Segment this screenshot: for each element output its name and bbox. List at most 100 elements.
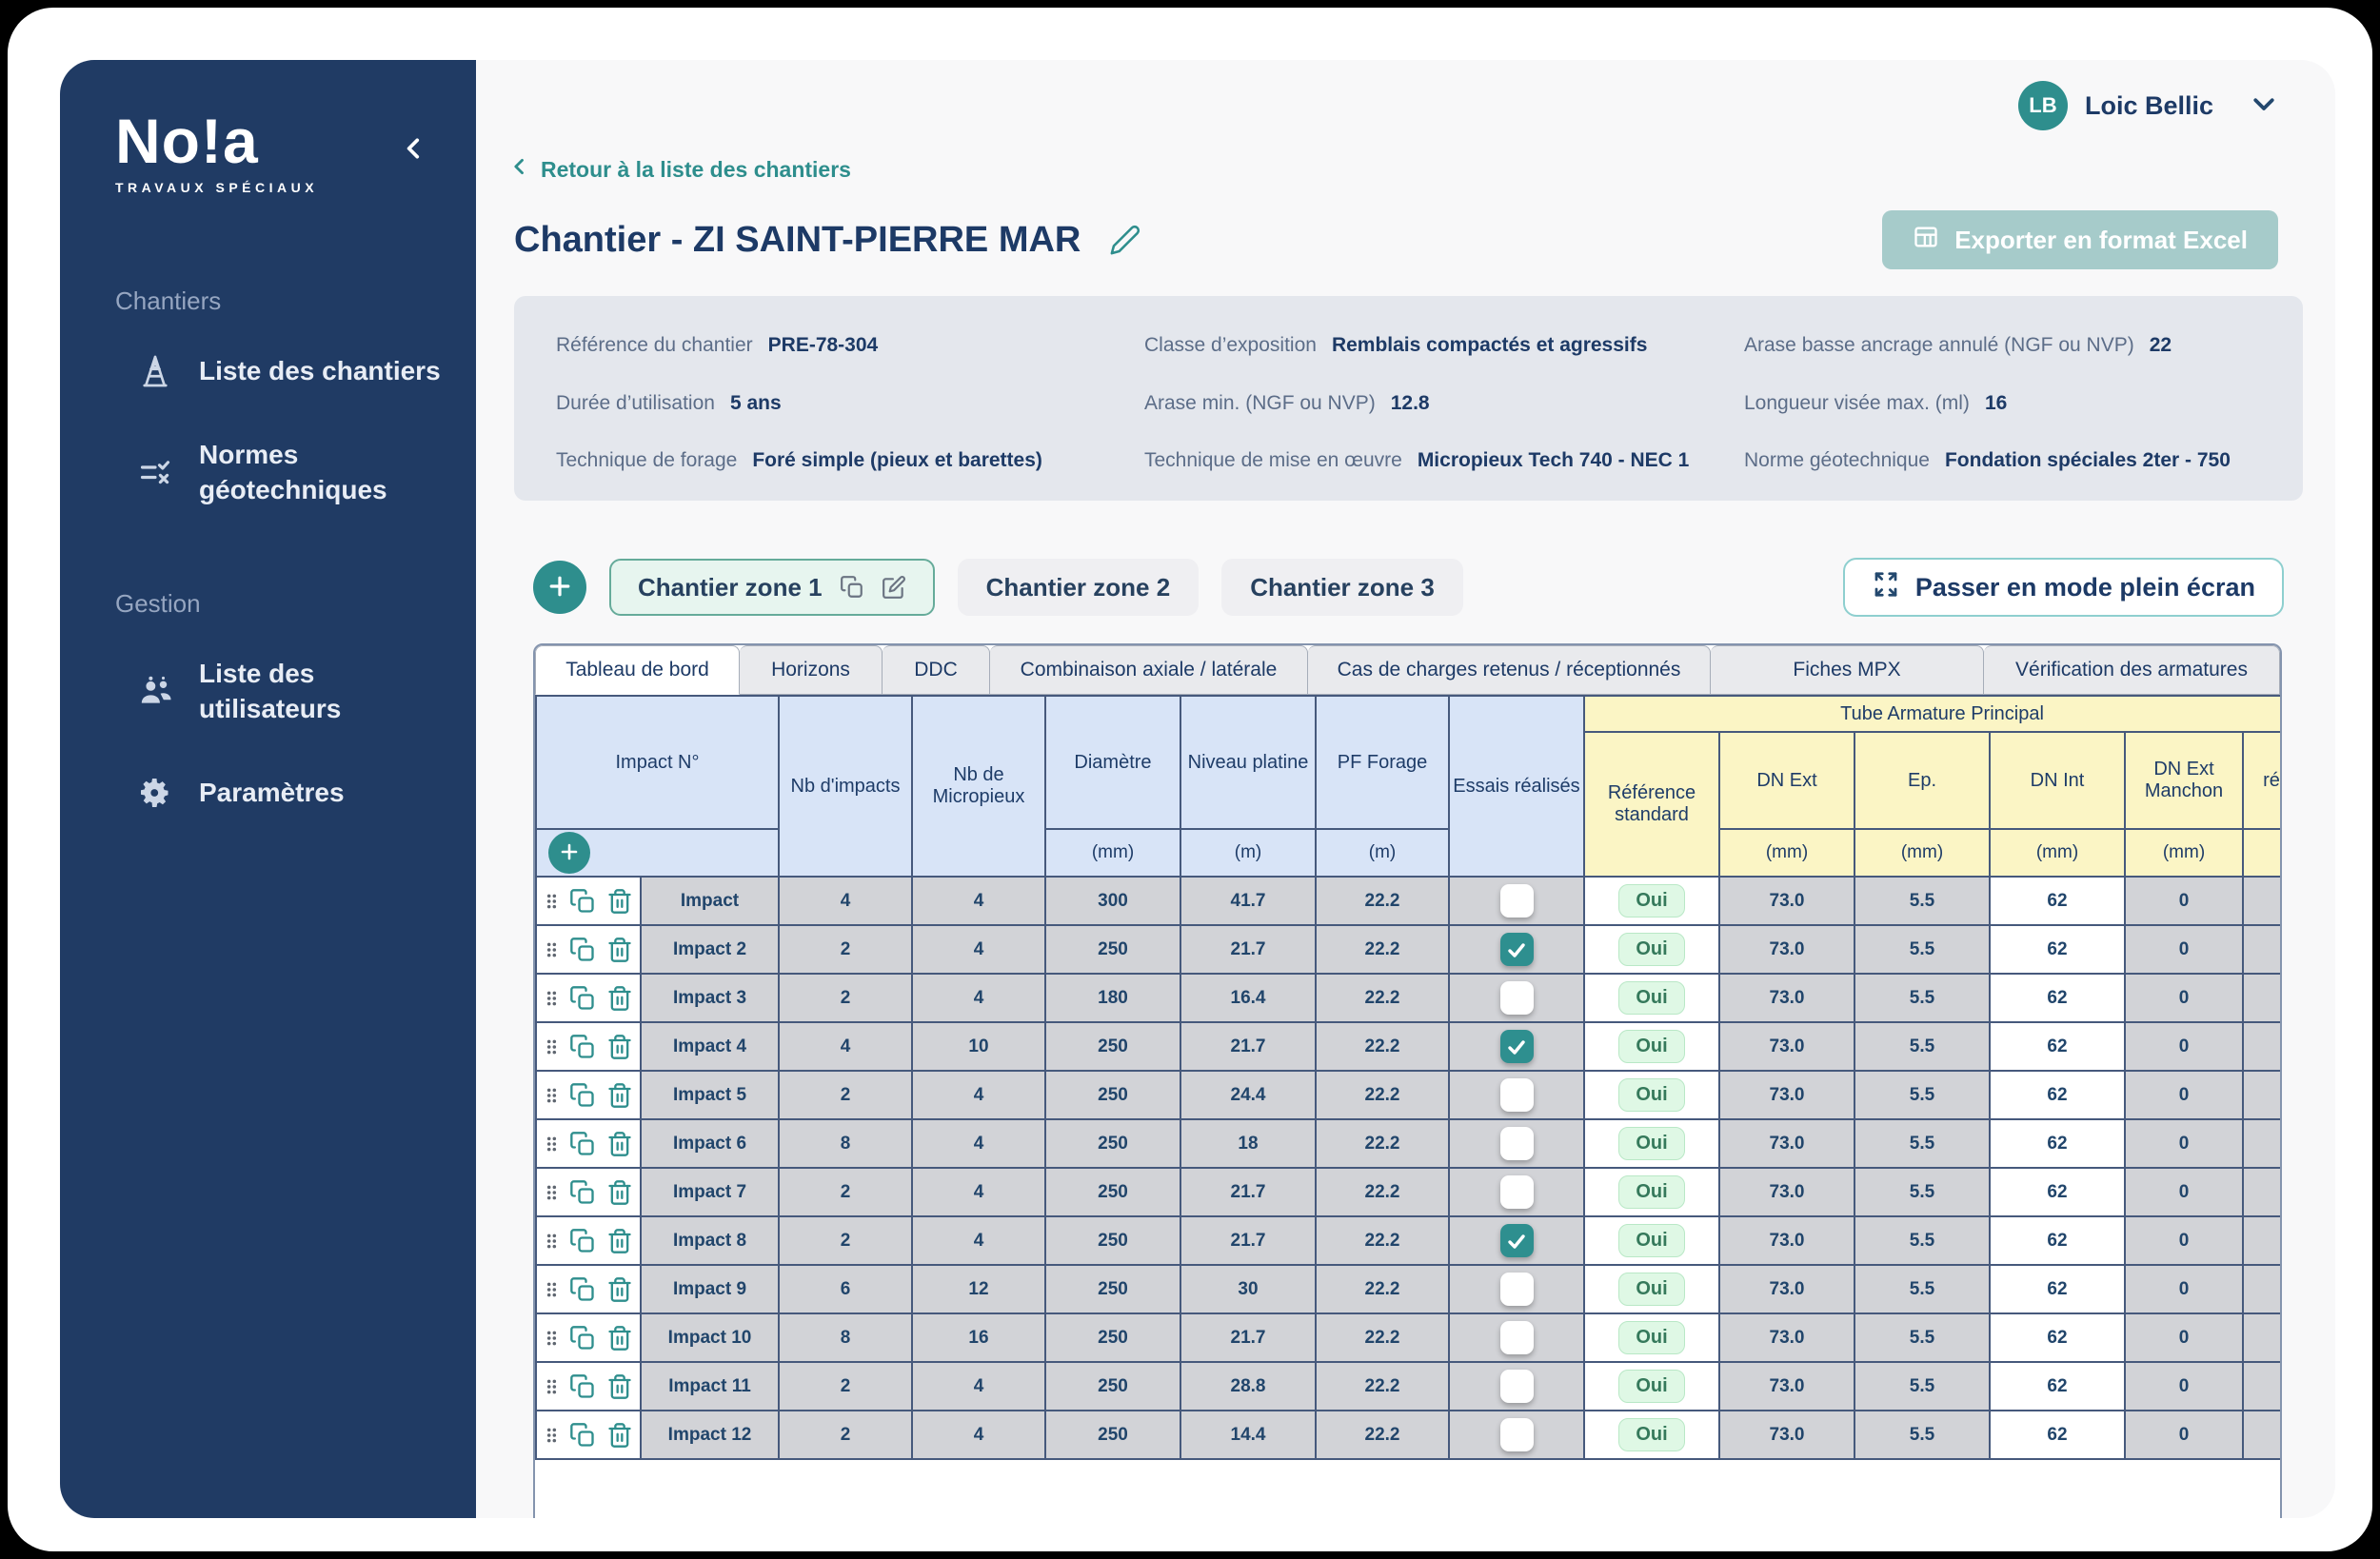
sidebar-item-liste-des-chantiers[interactable]: Liste des chantiers (60, 329, 476, 413)
nb-micropieux-cell[interactable]: 4 (912, 1071, 1045, 1119)
dn-ext-cell[interactable]: 73.0 (1719, 1216, 1854, 1265)
drag-handle-icon[interactable] (545, 939, 559, 960)
dn-ext-manchon-cell[interactable]: 0 (2125, 1265, 2243, 1313)
ep-cell[interactable]: 5.5 (1854, 1265, 1990, 1313)
reference-standard-badge[interactable]: Oui (1618, 1321, 1684, 1354)
delete-row-icon[interactable] (606, 985, 633, 1012)
tab-fiches-mpx[interactable]: Fiches MPX (1711, 645, 1984, 695)
nb-impacts-cell[interactable]: 2 (779, 974, 912, 1022)
reference-standard-badge[interactable]: Oui (1618, 933, 1684, 966)
zone-tab-2[interactable]: Chantier zone 2 (958, 559, 1200, 616)
sidebar-item-parametres[interactable]: Paramètres (60, 751, 476, 835)
niveau-platine-cell[interactable]: 28.8 (1180, 1362, 1316, 1411)
impact-name-cell[interactable]: Impact 4 (641, 1022, 779, 1071)
diametre-cell[interactable]: 250 (1045, 1119, 1180, 1168)
duplicate-row-icon[interactable] (569, 1082, 596, 1109)
drag-handle-icon[interactable] (545, 1376, 559, 1397)
user-menu-button[interactable] (2250, 89, 2278, 123)
ep-cell[interactable]: 5.5 (1854, 1313, 1990, 1362)
reference-standard-badge[interactable]: Oui (1618, 1078, 1684, 1112)
impact-name-cell[interactable]: Impact 3 (641, 974, 779, 1022)
ep-cell[interactable]: 5.5 (1854, 1168, 1990, 1216)
back-link[interactable]: Retour à la liste des chantiers (510, 155, 851, 184)
add-row-button[interactable] (548, 832, 590, 874)
nb-impacts-cell[interactable]: 2 (779, 1411, 912, 1459)
impact-name-cell[interactable]: Impact 6 (641, 1119, 779, 1168)
dn-ext-cell[interactable]: 73.0 (1719, 1168, 1854, 1216)
dn-int-cell[interactable]: 62 (1990, 1168, 2125, 1216)
nb-impacts-cell[interactable]: 4 (779, 1022, 912, 1071)
nb-micropieux-cell[interactable]: 4 (912, 925, 1045, 974)
delete-row-icon[interactable] (606, 1276, 633, 1303)
drag-handle-icon[interactable] (545, 1425, 559, 1446)
essais-checkbox[interactable] (1500, 1030, 1534, 1063)
impact-name-cell[interactable]: Impact 9 (641, 1265, 779, 1313)
nb-impacts-cell[interactable]: 2 (779, 1216, 912, 1265)
essais-checkbox[interactable] (1500, 1418, 1534, 1451)
nb-micropieux-cell[interactable]: 10 (912, 1022, 1045, 1071)
duplicate-row-icon[interactable] (569, 1179, 596, 1206)
nb-impacts-cell[interactable]: 2 (779, 1362, 912, 1411)
reference-standard-badge[interactable]: Oui (1618, 1273, 1684, 1306)
duplicate-row-icon[interactable] (569, 985, 596, 1012)
duplicate-row-icon[interactable] (569, 1325, 596, 1352)
pf-forage-cell[interactable]: 22.2 (1316, 1216, 1449, 1265)
pf-forage-cell[interactable]: 22.2 (1316, 1313, 1449, 1362)
duplicate-zone-icon[interactable] (840, 575, 864, 600)
duplicate-row-icon[interactable] (569, 1422, 596, 1449)
delete-row-icon[interactable] (606, 1228, 633, 1254)
diametre-cell[interactable]: 300 (1045, 877, 1180, 925)
reference-standard-badge[interactable]: Oui (1618, 1030, 1684, 1063)
drag-handle-icon[interactable] (545, 1279, 559, 1300)
dn-ext-cell[interactable]: 73.0 (1719, 1022, 1854, 1071)
duplicate-row-icon[interactable] (569, 1276, 596, 1303)
drag-handle-icon[interactable] (545, 1036, 559, 1057)
duplicate-row-icon[interactable] (569, 1034, 596, 1060)
diametre-cell[interactable]: 250 (1045, 1265, 1180, 1313)
zone-tab-3[interactable]: Chantier zone 3 (1221, 559, 1463, 616)
reference-standard-badge[interactable]: Oui (1618, 1370, 1684, 1403)
diametre-cell[interactable]: 250 (1045, 1313, 1180, 1362)
pf-forage-cell[interactable]: 22.2 (1316, 1265, 1449, 1313)
diametre-cell[interactable]: 250 (1045, 925, 1180, 974)
drag-handle-icon[interactable] (545, 1085, 559, 1106)
nb-impacts-cell[interactable]: 2 (779, 925, 912, 974)
reference-standard-badge[interactable]: Oui (1618, 1418, 1684, 1451)
ep-cell[interactable]: 5.5 (1854, 1216, 1990, 1265)
diametre-cell[interactable]: 250 (1045, 1216, 1180, 1265)
ep-cell[interactable]: 5.5 (1854, 877, 1990, 925)
ep-cell[interactable]: 5.5 (1854, 925, 1990, 974)
niveau-platine-cell[interactable]: 21.7 (1180, 1313, 1316, 1362)
diametre-cell[interactable]: 250 (1045, 1411, 1180, 1459)
nb-micropieux-cell[interactable]: 4 (912, 1119, 1045, 1168)
nb-impacts-cell[interactable]: 2 (779, 1168, 912, 1216)
delete-row-icon[interactable] (606, 1131, 633, 1157)
reference-standard-badge[interactable]: Oui (1618, 1224, 1684, 1257)
dn-int-cell[interactable]: 62 (1990, 1071, 2125, 1119)
nb-micropieux-cell[interactable]: 12 (912, 1265, 1045, 1313)
impact-name-cell[interactable]: Impact 11 (641, 1362, 779, 1411)
tab-cas-de-charges[interactable]: Cas de charges retenus / réceptionnés (1308, 645, 1711, 695)
dn-ext-cell[interactable]: 73.0 (1719, 877, 1854, 925)
reference-standard-badge[interactable]: Oui (1618, 981, 1684, 1015)
niveau-platine-cell[interactable]: 24.4 (1180, 1071, 1316, 1119)
dn-ext-manchon-cell[interactable]: 0 (2125, 1071, 2243, 1119)
tab-combinaison-axiale-laterale[interactable]: Combinaison axiale / latérale (990, 645, 1308, 695)
pf-forage-cell[interactable]: 22.2 (1316, 1411, 1449, 1459)
dn-ext-cell[interactable]: 73.0 (1719, 1411, 1854, 1459)
reference-standard-badge[interactable]: Oui (1618, 884, 1684, 918)
diametre-cell[interactable]: 250 (1045, 1168, 1180, 1216)
ep-cell[interactable]: 5.5 (1854, 1119, 1990, 1168)
duplicate-row-icon[interactable] (569, 888, 596, 915)
add-zone-button[interactable] (533, 561, 586, 614)
impact-name-cell[interactable]: Impact 5 (641, 1071, 779, 1119)
impact-name-cell[interactable]: Impact 7 (641, 1168, 779, 1216)
delete-row-icon[interactable] (606, 937, 633, 963)
niveau-platine-cell[interactable]: 21.7 (1180, 1216, 1316, 1265)
edit-zone-icon[interactable] (882, 575, 906, 600)
delete-row-icon[interactable] (606, 1325, 633, 1352)
dn-int-cell[interactable]: 62 (1990, 1022, 2125, 1071)
dn-ext-manchon-cell[interactable]: 0 (2125, 1362, 2243, 1411)
sidebar-item-normes-geotechniques[interactable]: Normes géotechniques (60, 413, 476, 532)
fullscreen-button[interactable]: Passer en mode plein écran (1843, 558, 2284, 617)
